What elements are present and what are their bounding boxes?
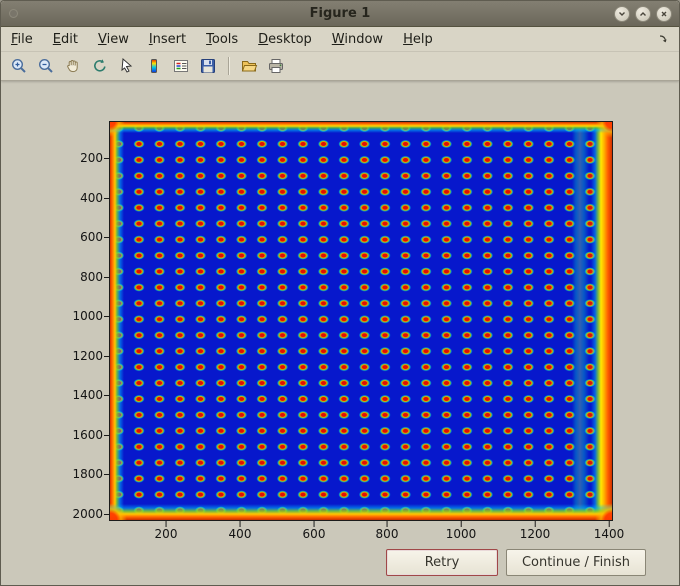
rotate-3d-icon[interactable] — [89, 55, 111, 77]
menu-file[interactable]: File — [11, 32, 33, 47]
y-tick-label: 600 — [59, 231, 110, 243]
y-tick-label: 1600 — [59, 429, 110, 441]
chevron-down-icon — [619, 11, 625, 16]
print-icon[interactable] — [265, 55, 287, 77]
colorbar-icon[interactable] — [143, 55, 165, 77]
chevron-up-icon — [640, 11, 646, 16]
y-tick-label: 1400 — [59, 389, 110, 401]
window-controls — [614, 5, 679, 22]
data-cursor-icon[interactable] — [116, 55, 138, 77]
y-tick-label: 200 — [59, 152, 110, 164]
y-tick-label: 1000 — [59, 310, 110, 322]
menu-insert[interactable]: Insert — [149, 32, 186, 47]
x-tick-label: 600 — [302, 521, 326, 541]
window-menu-icon[interactable] — [9, 9, 18, 18]
x-tick-label: 400 — [228, 521, 252, 541]
y-tick-label: 800 — [59, 271, 110, 283]
x-tick-label: 1400 — [593, 521, 625, 541]
plot-axes — [109, 121, 613, 521]
toolbar-separator — [228, 57, 229, 75]
menu-desktop[interactable]: Desktop — [258, 32, 312, 47]
maximize-button[interactable] — [635, 5, 651, 22]
menu-window[interactable]: Window — [332, 32, 383, 47]
x-tick-label: 1000 — [445, 521, 477, 541]
close-icon — [661, 11, 667, 16]
menu-edit[interactable]: Edit — [53, 32, 78, 47]
y-tick-label: 1800 — [59, 468, 110, 480]
figure-canvas: 200 400 600 800 1000 1200 1400 1600 1800… — [1, 81, 679, 585]
save-icon[interactable] — [197, 55, 219, 77]
y-tick-label: 400 — [59, 192, 110, 204]
pan-hand-icon[interactable] — [62, 55, 84, 77]
x-tick-label: 800 — [375, 521, 399, 541]
menu-help[interactable]: Help — [403, 32, 433, 47]
y-tick-label: 2000 — [59, 508, 110, 520]
y-tick-label: 1200 — [59, 350, 110, 362]
x-tick-label: 200 — [154, 521, 178, 541]
window-title: Figure 1 — [309, 6, 371, 21]
open-folder-icon[interactable] — [238, 55, 260, 77]
menubar: File Edit View Insert Tools Desktop Wind… — [1, 27, 679, 52]
figure-toolbar — [1, 52, 679, 81]
titlebar[interactable]: Figure 1 — [1, 1, 679, 27]
close-button[interactable] — [656, 5, 672, 22]
continue-finish-button[interactable]: Continue / Finish — [506, 549, 646, 576]
legend-icon[interactable] — [170, 55, 192, 77]
menubar-overflow-icon[interactable] — [657, 33, 669, 45]
zoom-out-icon[interactable] — [35, 55, 57, 77]
x-tick-label: 1200 — [519, 521, 551, 541]
figure-window: Figure 1 File Edit View Insert Tools Des… — [0, 0, 680, 586]
retry-button[interactable]: Retry — [386, 549, 498, 576]
minimize-button[interactable] — [614, 5, 630, 22]
menu-tools[interactable]: Tools — [206, 32, 238, 47]
plot-image[interactable] — [110, 122, 612, 520]
menu-view[interactable]: View — [98, 32, 129, 47]
heatmap-edge-artifacts — [110, 122, 612, 520]
zoom-in-icon[interactable] — [8, 55, 30, 77]
